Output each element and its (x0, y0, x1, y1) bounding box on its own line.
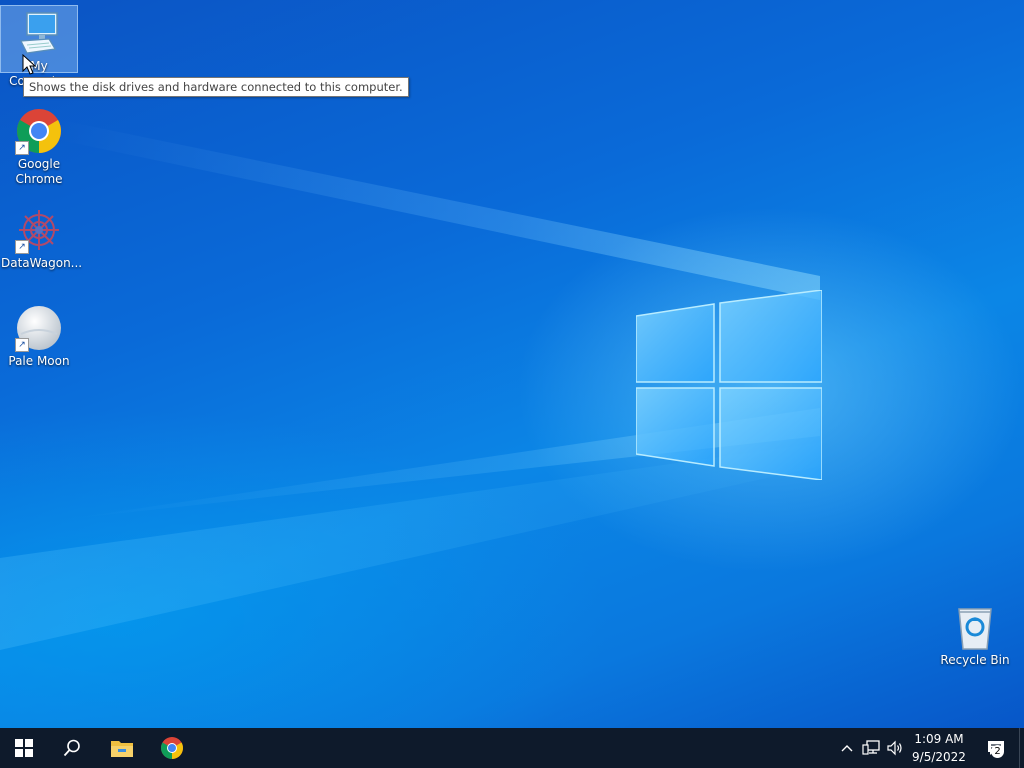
taskbar-file-explorer[interactable] (98, 728, 146, 768)
desktop-icon-pale-moon[interactable]: ↗ Pale Moon (1, 301, 77, 371)
file-explorer-icon (111, 741, 133, 757)
shortcut-arrow-icon: ↗ (15, 141, 29, 155)
network-icon (862, 740, 880, 755)
datawagon-icon: ↗ (15, 206, 63, 254)
chevron-up-icon (841, 745, 853, 752)
desktop-icon-google-chrome[interactable]: ↗ Google Chrome (1, 104, 77, 186)
search-icon (63, 739, 80, 757)
desktop-icon-label: Pale Moon (8, 354, 70, 368)
clock-date: 9/5/2022 (912, 750, 966, 764)
windows-start-icon (15, 739, 33, 757)
show-hidden-icons-button[interactable] (835, 728, 859, 768)
desktop-icon-label: Recycle Bin (940, 653, 1010, 667)
start-button[interactable] (0, 728, 48, 768)
desktop-icon-recycle-bin[interactable]: Recycle Bin (937, 600, 1013, 668)
chrome-icon: ↗ (15, 107, 63, 155)
clock-time: 1:09 AM (914, 732, 964, 746)
chrome-icon (161, 737, 183, 759)
search-button[interactable] (48, 728, 96, 768)
desktop-icon-datawagon[interactable]: ↗ DataWagon... (1, 203, 83, 271)
volume-button[interactable] (883, 728, 907, 768)
mouse-cursor-icon (22, 54, 36, 75)
notification-count-badge: 2 (991, 745, 1004, 758)
windows-logo-wallpaper (636, 290, 822, 480)
network-button[interactable] (859, 728, 883, 768)
shortcut-arrow-icon: ↗ (15, 240, 29, 254)
desktop-icon-my-computer[interactable]: My Computer (0, 5, 78, 88)
desktop[interactable]: My Computer ↗ Google Chrome (0, 0, 1024, 728)
taskbar: 1:09 AM 9/5/2022 (0, 728, 1024, 768)
show-desktop-button[interactable] (1019, 728, 1024, 768)
tooltip: Shows the disk drives and hardware conne… (23, 77, 409, 97)
desktop-icon-label: Google Chrome (15, 157, 63, 186)
desktop-icon-label: DataWagon... (1, 256, 83, 270)
shortcut-arrow-icon: ↗ (15, 338, 29, 352)
volume-icon (887, 740, 902, 756)
taskbar-google-chrome[interactable] (148, 728, 196, 768)
pale-moon-icon: ↗ (15, 304, 63, 352)
clock[interactable]: 1:09 AM 9/5/2022 (908, 730, 970, 766)
computer-icon (15, 9, 63, 57)
recycle-bin-icon (951, 603, 999, 651)
